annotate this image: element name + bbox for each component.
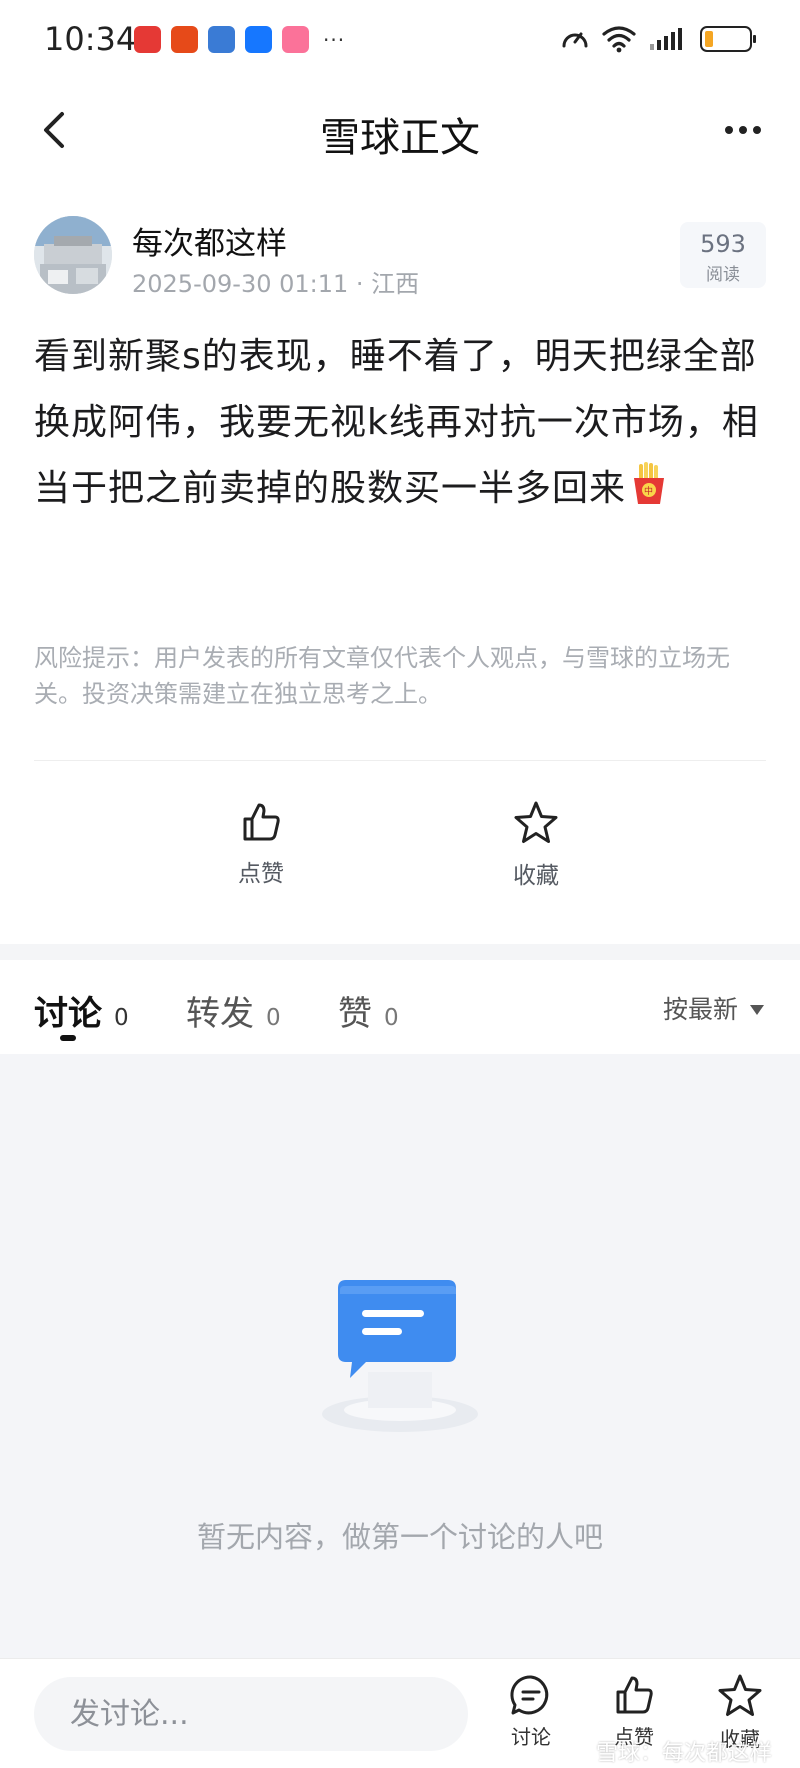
alert-app-icon <box>171 26 198 53</box>
author-header: 每次都这样 2025-09-30 01:11 · 江西 593 阅读 <box>34 216 766 298</box>
risk-disclaimer: 风险提示：用户发表的所有文章仅代表个人观点，与雪球的立场无关。投资决策需建立在独… <box>34 644 730 708</box>
tab-discuss[interactable]: 讨论 0 <box>34 986 129 1035</box>
thumbs-up-icon <box>616 1676 653 1714</box>
cellular-signal-icon <box>650 28 682 50</box>
battery-icon <box>700 26 756 52</box>
collect-label: 收藏 <box>513 863 559 889</box>
tab-repost[interactable]: 转发 0 <box>186 986 281 1035</box>
collect-button[interactable]: 收藏 <box>476 800 596 890</box>
alipay-icon <box>245 26 272 53</box>
comment-tabs: 讨论 0 转发 0 赞0 按最新 <box>0 960 800 1054</box>
empty-state: 暂无内容，做第一个讨论的人吧 <box>0 1054 800 1658</box>
comment-input[interactable] <box>34 1677 468 1751</box>
sort-label: 按最新 <box>662 995 738 1024</box>
stock-chart-app-icon <box>208 26 235 53</box>
avatar[interactable] <box>34 216 112 294</box>
status-bar: 10:34 ··· <box>0 0 800 80</box>
like-label: 点赞 <box>238 861 284 887</box>
tab-likes-label: 赞 <box>338 994 372 1034</box>
read-label: 阅读 <box>706 265 740 285</box>
star-icon <box>514 801 558 843</box>
tab-repost-count: 0 <box>266 1005 281 1031</box>
fries-emoji-icon: 中 <box>634 462 665 504</box>
snowball-logo-icon <box>565 1741 590 1765</box>
post-meta: 2025-09-30 01:11 · 江西 <box>132 270 420 298</box>
active-tab-indicator <box>60 1035 76 1041</box>
avatar-image <box>34 216 112 294</box>
nav-bar: 雪球正文 <box>0 80 800 180</box>
discuss-button[interactable]: 讨论 <box>491 1673 571 1750</box>
tab-discuss-label: 讨论 <box>34 994 102 1034</box>
empty-message: 暂无内容，做第一个讨论的人吧 <box>196 1520 603 1554</box>
tab-likes-count: 0 <box>384 1005 399 1031</box>
tab-repost-label: 转发 <box>186 994 254 1034</box>
system-icons <box>560 24 756 54</box>
watermark: 雪球：每次都这样 <box>565 1735 772 1767</box>
bilibili-icon <box>282 26 309 53</box>
empty-comment-illustration <box>322 1280 478 1432</box>
read-count: 593 <box>700 230 746 258</box>
svg-text:中: 中 <box>644 485 654 497</box>
more-options-button[interactable] <box>718 106 768 154</box>
post-body: 看到新聚s的表现，睡不着了，明天把绿全部换成阿伟，我要无视k线再对抗一次市场，相… <box>34 324 768 522</box>
more-dots-icon <box>725 126 733 134</box>
section-separator <box>0 944 800 960</box>
battery-level-fill <box>705 31 713 47</box>
dropdown-arrow-icon <box>750 1005 764 1015</box>
wifi-icon <box>602 26 636 53</box>
author-name[interactable]: 每次都这样 <box>132 218 287 263</box>
watermark-text: 雪球：每次都这样 <box>595 1741 772 1766</box>
tab-likes[interactable]: 赞0 <box>338 986 399 1035</box>
read-count-badge: 593 阅读 <box>680 222 766 288</box>
speedometer-icon <box>562 32 588 48</box>
star-icon <box>718 1674 762 1716</box>
page-title: 雪球正文 <box>320 115 480 161</box>
notification-icons: ··· <box>134 26 345 53</box>
thumbs-up-icon <box>243 803 280 841</box>
tab-discuss-count: 0 <box>114 1005 129 1031</box>
huawei-app-icon <box>134 26 161 53</box>
comment-bubble-icon <box>510 1675 549 1715</box>
status-time: 10:34 <box>44 20 137 58</box>
more-notifications-indicator: ··· <box>323 27 346 52</box>
sort-dropdown[interactable]: 按最新 <box>663 990 764 1026</box>
divider <box>34 760 766 761</box>
discuss-label: 讨论 <box>511 1725 551 1749</box>
like-button[interactable]: 点赞 <box>201 800 321 888</box>
bottom-bar: 讨论 点赞 收藏 雪球：每次都这样 <box>0 1658 800 1768</box>
